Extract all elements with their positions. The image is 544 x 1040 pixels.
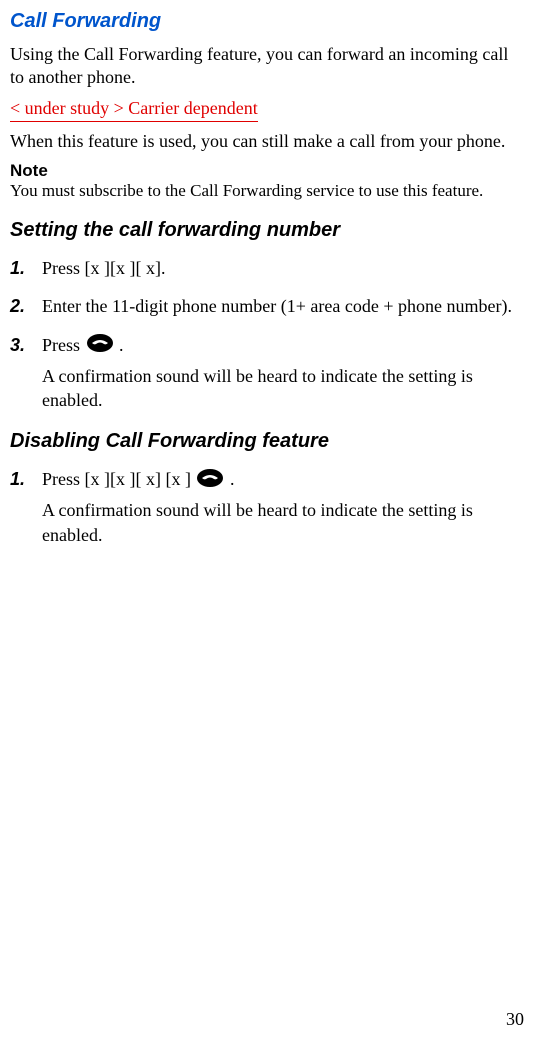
step-number: 3. — [10, 333, 42, 417]
section-heading-disabling: Disabling Call Forwarding feature — [10, 430, 526, 453]
step-text-before: Press — [42, 335, 85, 355]
step-text: Press [x ][x ][ x]. — [42, 256, 526, 280]
page-title: Call Forwarding — [10, 10, 526, 33]
disabling-steps-list: 1. Press [x ][x ][ x] [x ] . A confirmat… — [10, 467, 526, 551]
note-heading: Note — [10, 161, 526, 181]
page-number: 30 — [506, 1009, 524, 1030]
note-body-part1: You must subscribe to — [10, 181, 165, 200]
note-body-part2: the — [165, 181, 190, 200]
step-number: 1. — [10, 256, 42, 284]
step-1: 1. Press [x ][x ][ x] [x ] . A confirmat… — [10, 467, 526, 551]
intro-paragraph-2: When this feature is used, you can still… — [10, 130, 526, 153]
intro-paragraph: Using the Call Forwarding feature, you c… — [10, 43, 526, 90]
step-2: 2. Enter the 11-digit phone number (1+ a… — [10, 294, 526, 322]
call-button-icon — [196, 468, 224, 494]
step-text: Press [x ][x ][ x] [x ] . — [42, 467, 526, 494]
step-text: Enter the 11-digit phone number (1+ area… — [42, 294, 526, 318]
step-text: Press . — [42, 333, 526, 360]
step-number: 1. — [10, 467, 42, 551]
step-3: 3. Press . A confirmation sound will be … — [10, 333, 526, 417]
step-text-after: . — [230, 469, 235, 489]
call-button-icon — [86, 333, 114, 359]
note-body: You must subscribe to the Call Forwardin… — [10, 181, 526, 201]
carrier-note-red: < under study > Carrier dependent — [10, 98, 258, 122]
step-follow-text: A confirmation sound will be heard to in… — [42, 498, 526, 547]
step-text-before: Press [x ][x ][ x] [x ] — [42, 469, 195, 489]
step-follow-text: A confirmation sound will be heard to in… — [42, 364, 526, 413]
step-number: 2. — [10, 294, 42, 322]
section-heading-setting: Setting the call forwarding number — [10, 219, 526, 242]
setting-steps-list: 1. Press [x ][x ][ x]. 2. Enter the 11-d… — [10, 256, 526, 416]
step-1: 1. Press [x ][x ][ x]. — [10, 256, 526, 284]
note-body-part3: Call Forwarding service to use this feat… — [190, 181, 483, 200]
step-text-after: . — [119, 335, 124, 355]
